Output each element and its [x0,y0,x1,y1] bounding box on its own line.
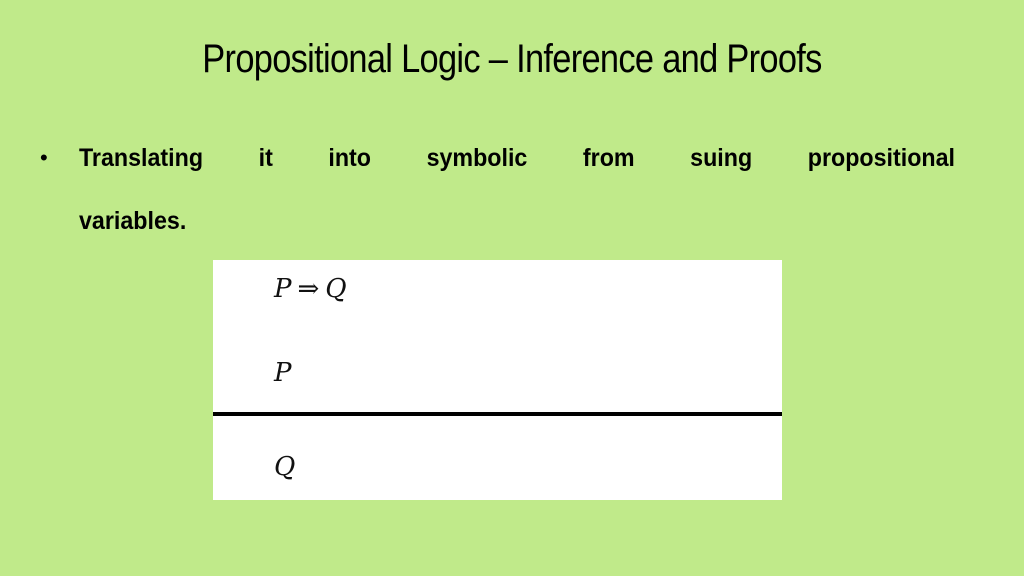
bullet-word: propositional [807,144,955,172]
implies-arrow-icon: ⇒ [297,274,320,304]
slide-title: Propositional Logic – Inference and Proo… [202,37,822,81]
bullet-marker-icon: • [40,145,48,170]
bullet-word: symbolic [426,144,528,172]
inference-divider-line [213,412,782,416]
bullet-word: from [582,144,635,172]
inference-rule-box: P ⇒ Q P Q [213,260,782,500]
conclusion-symbol: Q [274,452,296,482]
bullet-text-line-1: Translating it into symbolic from suing … [79,138,955,178]
conclusion: Q [274,452,295,482]
premise-consequent: Q [325,274,347,304]
premise-implication: P ⇒ Q [274,274,347,304]
premise-atom-symbol: P [274,358,292,388]
bullet-word: into [328,144,372,172]
bullet-word: suing [690,144,753,172]
premise-atom: P [274,358,292,388]
bullet-word: it [258,144,273,172]
bullet-text-line-2: variables. [79,207,187,235]
bullet-word: Translating [79,144,204,172]
premise-antecedent: P [274,274,292,304]
